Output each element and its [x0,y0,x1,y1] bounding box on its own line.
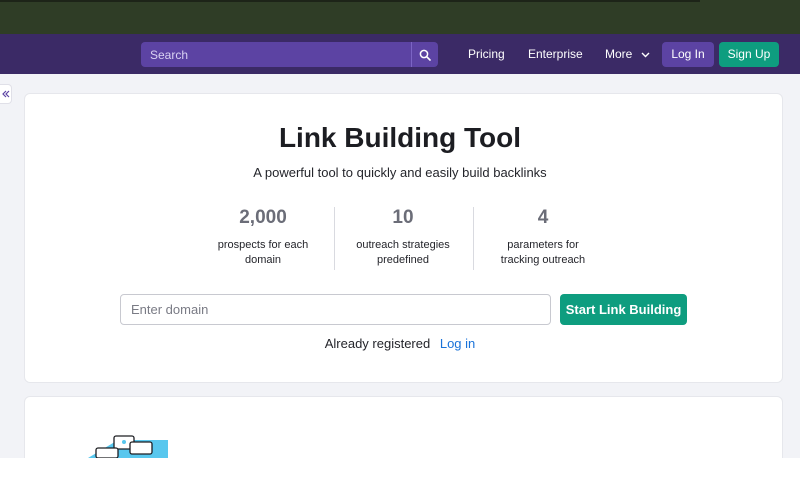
stat-prospects: 2,000 prospects for each domain [193,206,333,268]
nav-enterprise-link[interactable]: Enterprise [528,34,583,74]
stat-value: 4 [537,207,549,228]
search-button[interactable] [411,42,438,67]
login-button[interactable]: Log In [662,42,714,67]
double-chevron-left-icon [1,90,9,98]
sidebar-toggle[interactable] [0,84,12,104]
stat-label: prospects for each domain [217,239,309,266]
top-strip [0,0,800,34]
stat-value: 10 [392,207,414,228]
stat-parameters: 4 parameters for tracking outreach [473,206,613,268]
search-icon [419,49,431,61]
illustration-image [88,434,168,458]
stat-label: outreach strategies predefined [356,239,450,266]
search-box [141,42,438,67]
nav-pricing-link[interactable]: Pricing [468,34,505,74]
start-link-building-button[interactable]: Start Link Building [560,294,687,325]
stat-label: parameters for tracking outreach [500,239,586,266]
signup-button[interactable]: Sign Up [719,42,779,67]
already-registered-row: Already registered Log in [0,336,800,351]
search-input[interactable] [141,42,412,67]
navbar: Pricing Enterprise More Log In Sign Up [0,34,800,74]
bottom-area [0,458,800,500]
page-title: Link Building Tool [278,122,522,153]
stat-strategies: 10 outreach strategies predefined [333,206,473,268]
stat-value: 2,000 [239,207,287,228]
nav-more-menu[interactable]: More [605,34,650,74]
login-link[interactable]: Log in [440,336,475,351]
page-subtitle: A powerful tool to quickly and easily bu… [253,165,547,180]
chevron-down-icon [641,52,650,58]
already-registered-text: Already registered [324,336,431,351]
nav-more-label: More [605,47,633,61]
domain-input[interactable] [120,294,551,325]
